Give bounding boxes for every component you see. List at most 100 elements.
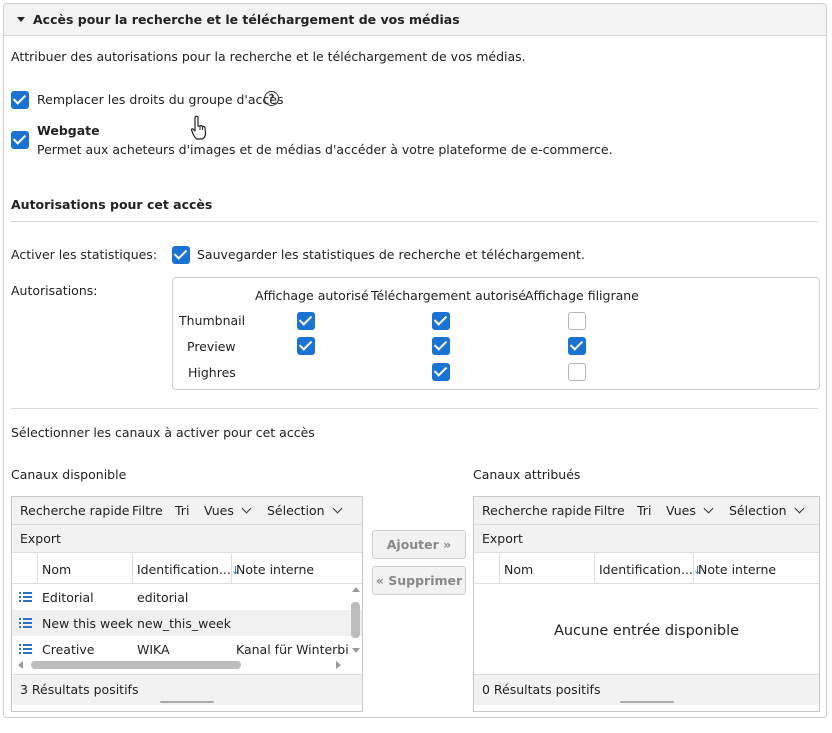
cell-id: WIKA bbox=[137, 642, 170, 657]
identification-label: Identification... bbox=[599, 562, 693, 577]
selection-dropdown[interactable]: Sélection bbox=[729, 503, 805, 518]
column-identification[interactable]: Identification...↓ bbox=[137, 562, 240, 577]
column-name[interactable]: Nom bbox=[504, 562, 533, 577]
table-row[interactable]: Editorial editorial bbox=[12, 584, 362, 610]
chevron-down-icon bbox=[332, 503, 343, 514]
scroll-right-icon[interactable] bbox=[336, 661, 341, 669]
col-watermark: Affichage filigrane bbox=[525, 288, 639, 303]
column-separator bbox=[37, 554, 38, 583]
stats-label: Activer les statistiques: bbox=[11, 247, 158, 262]
help-icon[interactable]: ? bbox=[264, 91, 279, 106]
remove-button-label: Supprimer bbox=[388, 573, 463, 588]
export-button[interactable]: Export bbox=[482, 531, 523, 546]
export-button[interactable]: Export bbox=[20, 531, 61, 546]
scroll-up-icon[interactable] bbox=[352, 587, 360, 592]
column-separator bbox=[499, 554, 500, 583]
double-chevron-left-icon: « bbox=[375, 573, 384, 588]
column-identification[interactable]: Identification...↓ bbox=[599, 562, 702, 577]
thumbnail-display-checkbox[interactable] bbox=[297, 312, 315, 330]
add-button[interactable]: Ajouter » bbox=[372, 530, 466, 559]
divider bbox=[11, 221, 818, 222]
grid-footer: 0 Résultats positifs bbox=[474, 674, 819, 705]
preview-watermark-checkbox[interactable] bbox=[568, 337, 586, 355]
grid-column-header: Nom Identification...↓ Note interne bbox=[474, 554, 819, 584]
list-icon bbox=[19, 592, 32, 603]
replace-rights-checkbox[interactable] bbox=[11, 91, 29, 109]
views-label: Vues bbox=[666, 503, 696, 518]
horizontal-scrollbar[interactable] bbox=[18, 660, 348, 670]
row-preview: Preview bbox=[187, 339, 236, 354]
column-name[interactable]: Nom bbox=[42, 562, 71, 577]
add-button-label: Ajouter bbox=[386, 537, 439, 552]
row-thumbnail: Thumbnail bbox=[179, 313, 246, 328]
hand-cursor-icon bbox=[190, 115, 207, 140]
highres-watermark-checkbox[interactable] bbox=[568, 363, 586, 381]
scroll-down-icon[interactable] bbox=[352, 648, 360, 653]
grid-column-header: Nom Identification...↓ Note interne bbox=[12, 554, 362, 584]
grid-toolbar-secondary: Export bbox=[474, 525, 819, 553]
assigned-channels-title: Canaux attribués bbox=[473, 467, 581, 482]
preview-display-checkbox[interactable] bbox=[297, 337, 315, 355]
grid-toolbar: Recherche rapide Filtre Tri Vues Sélecti… bbox=[474, 497, 819, 525]
views-label: Vues bbox=[204, 503, 234, 518]
views-dropdown[interactable]: Vues bbox=[204, 503, 252, 518]
panel-description: Attribuer des autorisations pour la rech… bbox=[11, 49, 526, 64]
col-download: Téléchargement autorisé bbox=[371, 288, 526, 303]
available-count: 3 Résultats positifs bbox=[20, 682, 139, 697]
preview-download-checkbox[interactable] bbox=[432, 337, 450, 355]
cell-note: Kanal für Winterbilder bbox=[236, 642, 348, 657]
col-display: Affichage autorisé bbox=[255, 288, 369, 303]
chevron-down-icon bbox=[241, 503, 252, 514]
double-chevron-right-icon: » bbox=[443, 537, 452, 552]
grid-footer: 3 Résultats positifs bbox=[12, 674, 362, 705]
empty-message: Aucune entrée disponible bbox=[553, 623, 740, 639]
permissions-heading: Autorisations pour cet accès bbox=[11, 197, 213, 212]
divider bbox=[11, 408, 818, 409]
cell-name: Creative bbox=[42, 642, 95, 657]
list-icon bbox=[19, 618, 32, 629]
assigned-count: 0 Résultats positifs bbox=[482, 682, 601, 697]
stats-checkbox-label: Sauvegarder les statistiques de recherch… bbox=[197, 247, 585, 262]
table-row[interactable]: Creative WIKA Kanal für Winterbilder bbox=[12, 636, 362, 662]
column-separator bbox=[231, 554, 232, 583]
scrollbar-thumb[interactable] bbox=[31, 661, 241, 669]
grid-toolbar-secondary: Export bbox=[12, 525, 362, 553]
cell-id: new_this_week bbox=[137, 616, 231, 631]
column-separator bbox=[594, 554, 595, 583]
scrollbar-thumb[interactable] bbox=[351, 602, 360, 638]
collapse-triangle-icon[interactable] bbox=[17, 17, 25, 22]
selection-label: Sélection bbox=[729, 503, 787, 518]
vertical-scrollbar[interactable] bbox=[351, 585, 361, 657]
column-note[interactable]: Note interne bbox=[236, 562, 314, 577]
remove-button[interactable]: « Supprimer bbox=[372, 566, 466, 595]
column-separator bbox=[132, 554, 133, 583]
chevron-down-icon bbox=[794, 503, 805, 514]
panel-header[interactable]: Accès pour la recherche et le télécharge… bbox=[4, 4, 826, 36]
sort-button[interactable]: Tri bbox=[637, 503, 651, 518]
selection-label: Sélection bbox=[267, 503, 325, 518]
grid-toolbar: Recherche rapide Filtre Tri Vues Sélecti… bbox=[12, 497, 362, 525]
scroll-left-icon[interactable] bbox=[18, 661, 23, 669]
resize-handle[interactable] bbox=[620, 701, 674, 703]
available-channels-title: Canaux disponible bbox=[11, 467, 127, 482]
thumbnail-download-checkbox[interactable] bbox=[432, 312, 450, 330]
webgate-checkbox[interactable] bbox=[11, 131, 29, 149]
views-dropdown[interactable]: Vues bbox=[666, 503, 714, 518]
list-icon bbox=[19, 644, 32, 655]
filter-button[interactable]: Filtre bbox=[594, 503, 625, 518]
selection-dropdown[interactable]: Sélection bbox=[267, 503, 343, 518]
stats-checkbox[interactable] bbox=[172, 246, 190, 264]
sort-button[interactable]: Tri bbox=[175, 503, 189, 518]
chevron-down-icon bbox=[703, 503, 714, 514]
quick-search-button[interactable]: Recherche rapide bbox=[20, 503, 129, 518]
cell-name: Editorial bbox=[42, 590, 94, 605]
cell-name: New this week bbox=[42, 616, 133, 631]
thumbnail-watermark-checkbox[interactable] bbox=[568, 312, 586, 330]
filter-button[interactable]: Filtre bbox=[132, 503, 163, 518]
quick-search-button[interactable]: Recherche rapide bbox=[482, 503, 591, 518]
table-row[interactable]: New this week new_this_week bbox=[12, 610, 362, 636]
resize-handle[interactable] bbox=[160, 701, 214, 703]
column-note[interactable]: Note interne bbox=[698, 562, 776, 577]
assigned-channels-grid: Recherche rapide Filtre Tri Vues Sélecti… bbox=[473, 496, 820, 712]
highres-download-checkbox[interactable] bbox=[432, 363, 450, 381]
